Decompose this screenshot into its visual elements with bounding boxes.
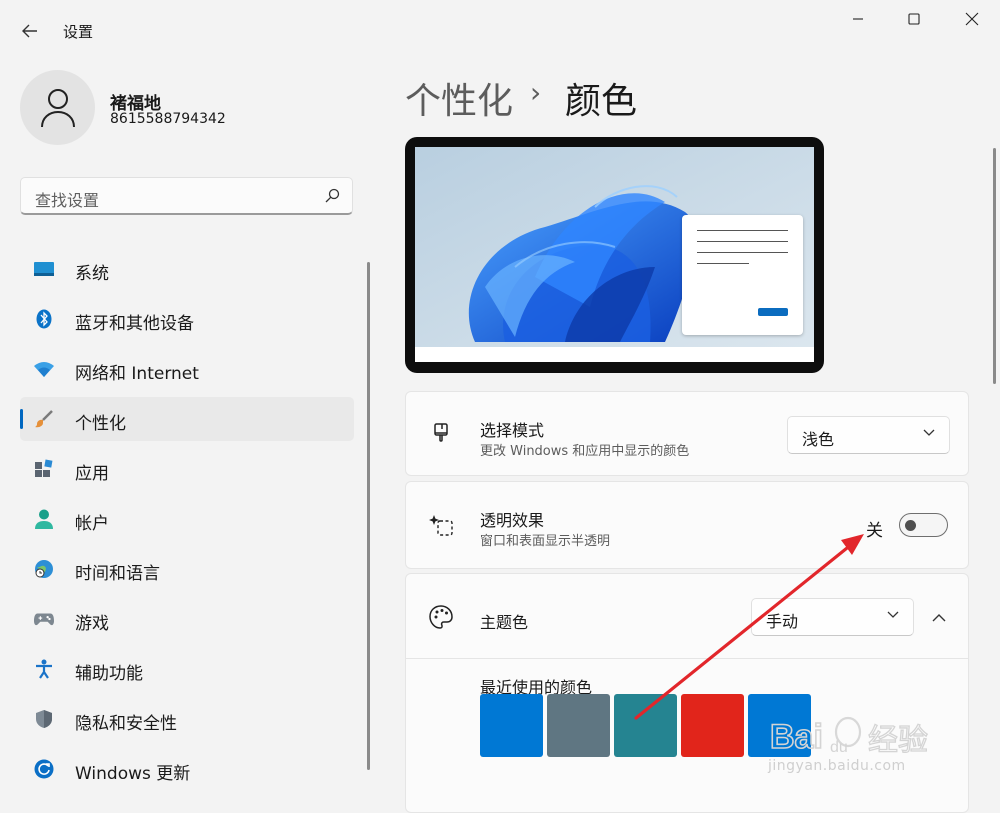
sidebar-item-system[interactable]: 系统 (20, 247, 354, 291)
transparency-card: 透明效果 窗口和表面显示半透明 关 (405, 481, 969, 569)
sidebar-item-time-language[interactable]: 时间和语言 (20, 547, 354, 591)
accent-color-card: 主题色 手动 最近使用的颜色 (405, 573, 969, 813)
breadcrumb-separator: › (530, 76, 542, 109)
accent-dropdown-value: 手动 (766, 612, 799, 631)
accessibility-icon (34, 659, 54, 679)
globe-clock-icon (34, 559, 54, 579)
palette-icon (428, 604, 454, 630)
sidebar-item-label: 隐私和安全性 (75, 714, 177, 734)
sidebar-item-gaming[interactable]: 游戏 (20, 597, 354, 641)
sidebar-item-label: 网络和 Internet (75, 364, 199, 384)
active-indicator (20, 409, 23, 429)
sidebar-item-label: 应用 (75, 464, 109, 484)
chevron-down-icon (887, 611, 899, 618)
preview-screen (415, 147, 814, 362)
transparency-icon (428, 512, 454, 538)
page-title: 颜色 (565, 81, 638, 122)
sidebar-item-label: 辅助功能 (75, 664, 143, 684)
sidebar-item-personalization[interactable]: 个性化 (20, 397, 354, 441)
color-swatch[interactable] (480, 694, 543, 757)
color-swatch[interactable] (614, 694, 677, 757)
paintbrush-icon (428, 422, 454, 448)
accent-dropdown[interactable]: 手动 (751, 598, 914, 636)
divider (406, 658, 968, 659)
collapse-button[interactable] (922, 600, 956, 634)
app-title: 设置 (63, 23, 94, 41)
toggle-knob (905, 520, 916, 531)
maximize-icon (908, 13, 920, 25)
sidebar-item-accessibility[interactable]: 辅助功能 (20, 647, 354, 691)
bluetooth-icon (34, 309, 54, 329)
avatar[interactable] (20, 70, 95, 145)
transparency-subtitle: 窗口和表面显示半透明 (480, 534, 611, 549)
close-icon (965, 12, 979, 26)
accent-title: 主题色 (480, 613, 529, 632)
person-icon (40, 88, 75, 127)
transparency-title: 透明效果 (480, 511, 545, 530)
sidebar-item-windows-update[interactable]: Windows 更新 (20, 747, 354, 791)
shield-icon (34, 709, 54, 729)
sidebar-scrollbar[interactable] (367, 262, 370, 770)
chevron-down-icon (923, 429, 935, 436)
system-icon (34, 259, 54, 279)
back-arrow-icon (22, 24, 37, 38)
toggle-state-label: 关 (866, 521, 883, 541)
content-scrollbar[interactable] (993, 148, 996, 384)
sidebar-item-network[interactable]: 网络和 Internet (20, 347, 354, 391)
transparency-toggle[interactable] (899, 513, 948, 537)
sidebar-item-bluetooth[interactable]: 蓝牙和其他设备 (20, 297, 354, 341)
sidebar-item-accounts[interactable]: 帐户 (20, 497, 354, 541)
sidebar-item-label: 系统 (75, 264, 109, 284)
svg-text:经验: 经验 (868, 723, 928, 758)
baidu-jingyan-watermark-logo: Bai du 经验 (770, 716, 929, 759)
preview-dialog-button (758, 308, 788, 316)
watermark-url: jingyan.baidu.com (768, 758, 906, 774)
mode-dropdown[interactable]: 浅色 (787, 416, 950, 454)
mode-title: 选择模式 (480, 421, 545, 440)
brush-icon (34, 409, 54, 429)
minimize-button[interactable] (833, 0, 883, 38)
account-icon (34, 509, 54, 529)
sidebar-item-label: 帐户 (75, 514, 109, 534)
back-button[interactable] (12, 14, 48, 48)
search-placeholder: 查找设置 (35, 191, 100, 210)
theme-preview (405, 137, 824, 373)
search-input[interactable]: 查找设置 (20, 177, 353, 215)
svg-text:du: du (830, 739, 848, 756)
sidebar-item-label: Windows 更新 (75, 764, 191, 784)
sidebar-item-label: 个性化 (75, 414, 126, 434)
wifi-icon (34, 359, 54, 379)
preview-dialog (682, 215, 803, 335)
close-button[interactable] (947, 0, 997, 38)
color-swatch[interactable] (681, 694, 744, 757)
user-account: 8615588794342 (110, 111, 226, 127)
gamepad-icon (34, 609, 54, 629)
breadcrumb-parent[interactable]: 个性化 (405, 72, 513, 124)
apps-icon (34, 459, 54, 479)
color-swatch[interactable] (547, 694, 610, 757)
maximize-button[interactable] (889, 0, 939, 38)
update-icon (34, 759, 54, 779)
sidebar-item-label: 时间和语言 (75, 564, 160, 584)
chevron-up-icon (932, 613, 946, 621)
sidebar-item-label: 蓝牙和其他设备 (75, 314, 194, 334)
search-icon[interactable] (324, 188, 340, 204)
mode-card: 选择模式 更改 Windows 和应用中显示的颜色 浅色 (405, 391, 969, 476)
minimize-icon (853, 18, 863, 20)
sidebar-item-label: 游戏 (75, 614, 109, 634)
mode-subtitle: 更改 Windows 和应用中显示的颜色 (480, 444, 690, 459)
sidebar-item-apps[interactable]: 应用 (20, 447, 354, 491)
mode-dropdown-value: 浅色 (802, 430, 835, 449)
svg-text:Bai: Bai (770, 718, 823, 756)
sidebar-item-privacy[interactable]: 隐私和安全性 (20, 697, 354, 741)
